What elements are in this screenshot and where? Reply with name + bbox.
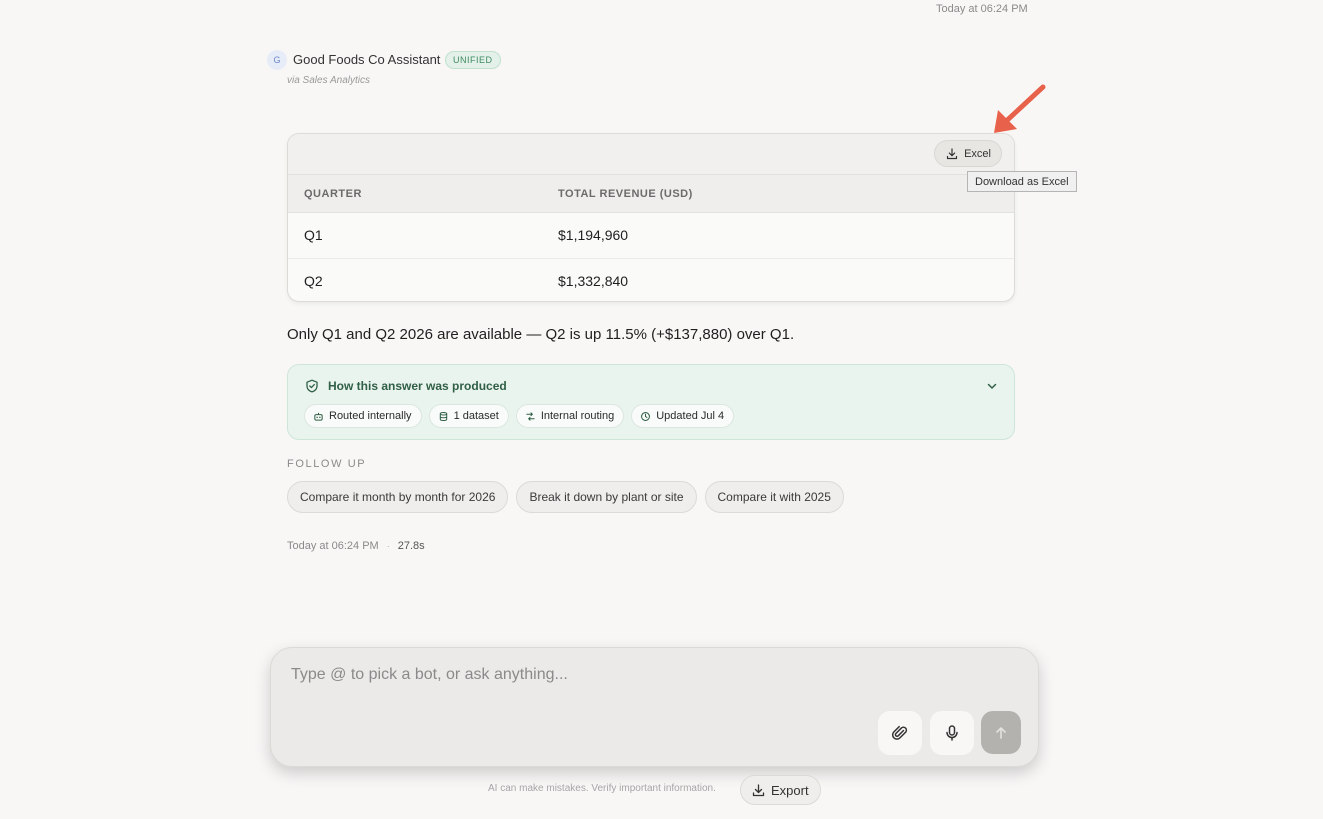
answer-provenance-panel[interactable]: How this answer was produced Routed inte… — [287, 364, 1015, 440]
provenance-title: How this answer was produced — [328, 379, 507, 393]
message-input[interactable] — [291, 666, 851, 684]
paperclip-icon — [891, 725, 908, 740]
bot-avatar: G — [267, 50, 287, 70]
microphone-icon — [946, 725, 958, 741]
database-icon — [439, 411, 447, 421]
table-header: QUARTER TOTAL REVENUE (USD) — [288, 174, 1014, 213]
export-label: Export — [771, 782, 809, 798]
follow-up-button[interactable]: Compare it with 2025 — [704, 481, 844, 513]
bot-name: Good Foods Co Assistant — [293, 52, 441, 67]
follow-up-button[interactable]: Break it down by plant or site — [516, 481, 697, 513]
clock-icon — [641, 411, 651, 421]
excel-download-button[interactable]: Excel — [934, 140, 1002, 167]
provenance-chips: Routed internally 1 dataset Internal rou… — [304, 404, 735, 428]
chip-label: 1 dataset — [453, 410, 499, 422]
message-meta: Today at 06:24 PM · 27.8s — [287, 540, 425, 552]
response-duration: 27.8s — [397, 540, 425, 552]
download-icon — [946, 147, 958, 159]
column-header-quarter: QUARTER — [304, 188, 362, 200]
table-row: Q1 $1,194,960 — [288, 213, 1014, 258]
cell-quarter: Q2 — [304, 273, 323, 289]
export-button[interactable]: Export — [740, 775, 821, 805]
shield-check-icon — [306, 379, 318, 393]
column-header-revenue: TOTAL REVENUE (USD) — [558, 188, 693, 200]
chip-label: Internal routing — [540, 410, 615, 422]
meta-separator: · — [386, 541, 390, 551]
route-icon — [526, 411, 535, 421]
voice-input-button[interactable] — [930, 711, 974, 755]
cell-quarter: Q1 — [304, 227, 323, 243]
table-toolbar: Excel — [288, 134, 1014, 174]
message-timestamp: Today at 06:24 PM — [287, 540, 379, 552]
chip-internal-routing: Internal routing — [515, 404, 625, 428]
download-icon — [752, 783, 765, 796]
chevron-down-icon[interactable] — [986, 380, 998, 392]
arrow-up-icon — [996, 726, 1006, 739]
annotation-arrow-icon — [994, 84, 1046, 133]
follow-up-label: FOLLOW UP — [287, 458, 367, 470]
unified-badge: UNIFIED — [445, 51, 501, 69]
excel-tooltip: Download as Excel — [967, 171, 1077, 192]
table-row: Q2 $1,332,840 — [288, 258, 1014, 301]
chip-label: Routed internally — [329, 410, 412, 422]
message-timestamp-top: Today at 06:24 PM — [936, 3, 1028, 15]
send-button[interactable] — [981, 711, 1021, 754]
follow-up-button[interactable]: Compare it month by month for 2026 — [287, 481, 509, 513]
result-table-card: Excel QUARTER TOTAL REVENUE (USD) Q1 $1,… — [287, 133, 1015, 302]
chip-label: Updated Jul 4 — [656, 410, 725, 422]
chip-routed-internally: Routed internally — [304, 404, 422, 428]
chip-updated: Updated Jul 4 — [631, 404, 735, 428]
excel-button-label: Excel — [964, 147, 991, 160]
follow-up-suggestions: Compare it month by month for 2026 Break… — [287, 481, 844, 513]
robot-icon — [314, 412, 323, 421]
message-composer — [270, 647, 1039, 767]
attach-button[interactable] — [878, 711, 922, 755]
answer-text: Only Q1 and Q2 2026 are available — Q2 i… — [287, 326, 795, 343]
cell-revenue: $1,332,840 — [558, 273, 629, 289]
bot-source: via Sales Analytics — [287, 75, 370, 86]
disclaimer-text: AI can make mistakes. Verify important i… — [488, 783, 716, 794]
chip-dataset: 1 dataset — [428, 404, 509, 428]
cell-revenue: $1,194,960 — [558, 227, 629, 243]
